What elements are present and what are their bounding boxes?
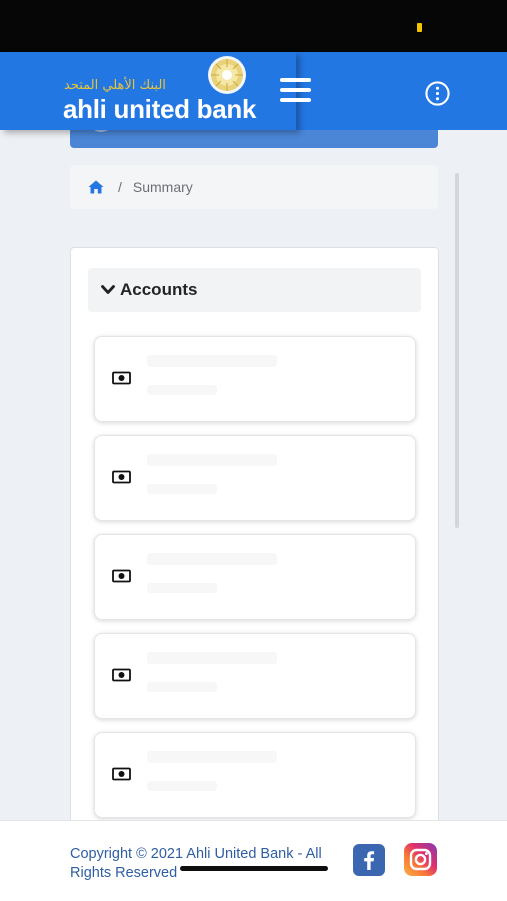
collapsed-profile-bar [70, 130, 438, 148]
accounts-toggle[interactable]: Accounts [88, 268, 421, 312]
scrollbar[interactable] [455, 173, 459, 528]
account-item[interactable] [94, 336, 416, 422]
facebook-icon[interactable] [353, 844, 385, 876]
money-icon [112, 767, 131, 781]
account-item[interactable] [94, 633, 416, 719]
breadcrumb-separator: / [118, 179, 122, 195]
menu-icon[interactable] [280, 76, 312, 104]
app-header: البنك الأهلي المتحد ahli united bank [0, 52, 507, 130]
money-icon [112, 668, 131, 682]
breadcrumb: / Summary [70, 165, 438, 209]
bank-logo[interactable]: البنك الأهلي المتحد ahli united bank [0, 52, 296, 130]
chevron-down-icon [101, 285, 115, 294]
accounts-title: Accounts [120, 280, 198, 299]
home-indicator[interactable] [180, 866, 328, 871]
account-item[interactable] [94, 732, 416, 818]
money-icon [112, 371, 131, 385]
logo-arabic-text: البنك الأهلي المتحد [64, 78, 166, 93]
money-icon [112, 470, 131, 484]
footer: Copyright © 2021 Ahli United Bank - All … [0, 820, 507, 901]
copyright-text: Copyright © 2021 Ahli United Bank - All … [70, 846, 322, 881]
accounts-card: Accounts [70, 247, 439, 849]
info-icon[interactable] [425, 81, 450, 106]
money-icon [112, 569, 131, 583]
home-icon[interactable] [88, 180, 104, 194]
instagram-icon[interactable] [404, 843, 437, 876]
battery-indicator [417, 23, 422, 32]
account-item[interactable] [94, 435, 416, 521]
status-bar [0, 0, 507, 52]
account-item[interactable] [94, 534, 416, 620]
breadcrumb-current: Summary [132, 179, 193, 195]
logo-text: ahli united bank [63, 94, 257, 124]
logo-emblem-icon [208, 56, 246, 94]
